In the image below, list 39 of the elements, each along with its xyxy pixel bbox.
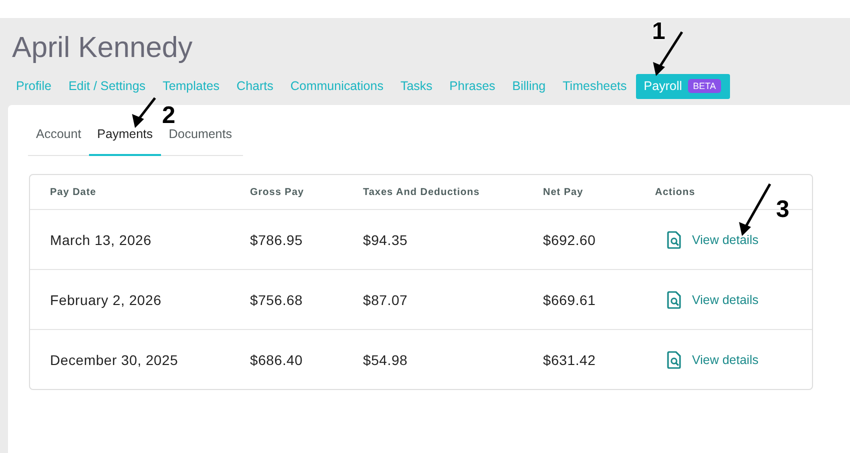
- column-header: Taxes And Deductions: [363, 186, 481, 198]
- sub-tab[interactable]: Account: [28, 119, 90, 156]
- nav-tab[interactable]: Payroll BETA: [636, 74, 730, 99]
- nav-tab[interactable]: Edit / Settings: [60, 74, 155, 99]
- callout-number: 3: [776, 196, 790, 224]
- document-search-icon[interactable]: [667, 290, 682, 308]
- table-cell-text: $756.68: [250, 292, 304, 308]
- table-cell-text: $692.60: [543, 232, 597, 248]
- nav-tab[interactable]: Communications: [282, 74, 392, 99]
- column-header: Pay Date: [50, 186, 98, 198]
- document-search-icon[interactable]: [667, 230, 682, 248]
- table-cell-text: $669.61: [543, 292, 597, 308]
- document-search-icon[interactable]: [667, 350, 682, 368]
- callout-number: 2: [162, 102, 176, 129]
- view-details-link[interactable]: View details: [692, 232, 758, 246]
- table-cell-text: December 30, 2025: [50, 352, 180, 368]
- table-cell-text: March 13, 2026: [50, 232, 152, 248]
- column-header: Net Pay: [543, 186, 584, 198]
- callout-number: 1: [652, 18, 666, 46]
- nav-tab[interactable]: Charts: [228, 74, 282, 99]
- column-header: Actions: [655, 186, 696, 198]
- table-cell-text: $631.42: [543, 352, 597, 368]
- column-header: Gross Pay: [250, 186, 305, 198]
- table-cell-text: February 2, 2026: [50, 292, 162, 308]
- table-cell-text: $54.98: [363, 352, 409, 368]
- nav-tab[interactable]: Tasks: [392, 74, 442, 99]
- table-cell-text: $87.07: [363, 292, 409, 308]
- page-title: April Kennedy: [12, 32, 193, 65]
- nav-tab[interactable]: Billing: [504, 74, 555, 99]
- beta-badge: BETA: [688, 79, 721, 93]
- nav-tab[interactable]: Profile: [8, 74, 60, 99]
- nav-tab[interactable]: Phrases: [441, 74, 504, 99]
- table-cell-text: $94.35: [363, 232, 409, 248]
- nav-tab[interactable]: Templates: [154, 74, 229, 99]
- nav-tab[interactable]: Timesheets: [554, 74, 636, 99]
- table-cell-text: $686.40: [250, 352, 304, 368]
- view-details-link[interactable]: View details: [692, 352, 758, 366]
- view-details-link[interactable]: View details: [692, 292, 758, 306]
- table-cell-text: $786.95: [250, 232, 304, 248]
